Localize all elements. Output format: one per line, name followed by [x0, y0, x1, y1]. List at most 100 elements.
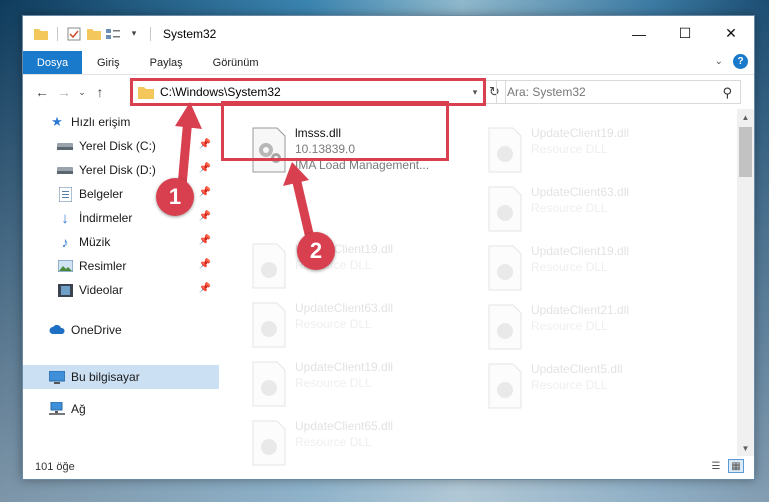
address-bar[interactable]: C:\Windows\System32 ▾ — [131, 80, 484, 104]
recent-locations-button[interactable]: ⌄ — [75, 80, 89, 104]
sidebar-item-pictures[interactable]: Resimler 📌 — [23, 254, 219, 278]
new-folder-icon[interactable] — [86, 26, 102, 42]
file-type: Resource DLL — [531, 319, 608, 333]
dll-file-icon — [249, 301, 289, 349]
step-2-badge: 2 — [297, 232, 335, 270]
dll-file-icon — [485, 126, 525, 174]
tiles-view-icon[interactable]: ▦ — [728, 459, 744, 473]
sidebar-item-downloads[interactable]: ↓ İndirmeler 📌 — [23, 206, 219, 230]
sidebar-item-label: İndirmeler — [79, 211, 133, 225]
item-count: 101 öğe — [35, 460, 75, 473]
file-item[interactable]: UpdateClient63.dll Resource DLL — [485, 180, 725, 240]
file-item[interactable]: UpdateClient19.dll Resource DLL — [249, 237, 489, 297]
file-type: Resource DLL — [531, 260, 608, 274]
close-button[interactable]: ✕ — [708, 16, 754, 51]
file-name: UpdateClient21.dll — [531, 303, 630, 317]
dll-file-icon — [485, 244, 525, 292]
file-type: Resource DLL — [295, 435, 372, 449]
documents-icon — [57, 186, 73, 202]
file-item[interactable]: UpdateClient19.dll Resource DLL — [485, 239, 725, 299]
sidebar-item-videos[interactable]: Videolar 📌 — [23, 278, 219, 302]
folder-icon — [138, 86, 154, 99]
sidebar-item-quick-access[interactable]: ★ Hızlı erişim — [23, 110, 219, 134]
file-name: UpdateClient5.dll — [531, 362, 623, 376]
sidebar-item-this-pc[interactable]: Bu bilgisayar — [23, 365, 219, 389]
file-type: Resource DLL — [531, 142, 608, 156]
pin-icon[interactable]: 📌 — [199, 259, 211, 270]
status-bar: 101 öğe ☰ ▦ — [23, 454, 754, 479]
file-name: UpdateClient19.dll — [531, 244, 630, 258]
address-path[interactable]: C:\Windows\System32 — [160, 85, 467, 99]
file-name: lmsss.dll — [295, 126, 342, 140]
sidebar-item-label: Resimler — [79, 259, 127, 273]
file-description: IMA Load Management... — [295, 158, 430, 172]
file-name: UpdateClient19.dll — [295, 360, 394, 374]
tab-view[interactable]: Görünüm — [198, 51, 274, 74]
tab-share[interactable]: Paylaş — [135, 51, 198, 74]
tab-file[interactable]: Dosya — [23, 51, 82, 74]
file-item[interactable]: UpdateClient19.dll Resource DLL — [485, 121, 725, 181]
file-item[interactable]: UpdateClient21.dll Resource DLL — [485, 298, 725, 358]
music-icon: ♪ — [61, 234, 69, 250]
pin-icon[interactable]: 📌 — [199, 139, 211, 150]
sidebar-item-disk-d[interactable]: Yerel Disk (D:) 📌 — [23, 158, 219, 182]
details-view-icon[interactable]: ☰ — [708, 459, 724, 473]
sidebar-item-label: Hızlı erişim — [71, 115, 131, 129]
expand-ribbon-icon[interactable]: ⌄ — [715, 56, 723, 67]
scroll-up-icon[interactable]: ▲ — [737, 109, 754, 125]
star-icon: ★ — [51, 114, 63, 129]
pin-icon[interactable]: 📌 — [199, 211, 211, 222]
sidebar-item-music[interactable]: ♪ Müzik 📌 — [23, 230, 219, 254]
back-button[interactable]: ← — [31, 80, 53, 104]
file-item[interactable]: UpdateClient5.dll Resource DLL — [485, 357, 725, 417]
downloads-icon: ↓ — [61, 209, 69, 227]
help-icon[interactable]: ? — [733, 54, 748, 69]
computer-icon — [49, 369, 65, 385]
drive-icon — [57, 138, 73, 154]
properties-icon[interactable] — [66, 26, 82, 42]
file-item[interactable]: UpdateClient19.dll Resource DLL — [249, 355, 489, 415]
view-toggle: ☰ ▦ — [708, 459, 744, 473]
view-options-icon[interactable] — [106, 26, 122, 42]
file-version: 10.13839.0 — [295, 142, 356, 156]
pin-icon[interactable]: 📌 — [199, 187, 211, 198]
file-item[interactable]: UpdateClient63.dll Resource DLL — [249, 296, 489, 356]
sidebar-item-label: Bu bilgisayar — [71, 370, 140, 384]
divider — [150, 26, 151, 41]
dll-file-icon — [249, 126, 289, 174]
pin-icon[interactable]: 📌 — [199, 235, 211, 246]
file-explorer-window: ▾ System32 — ☐ ✕ Dosya Giriş Paylaş Görü… — [22, 15, 755, 480]
search-icon[interactable]: ⚲ — [722, 85, 732, 101]
file-list: lmsss.dll 10.13839.0 IMA Load Management… — [219, 109, 737, 466]
sidebar-item-label: Yerel Disk (D:) — [79, 163, 156, 177]
customize-toolbar-icon[interactable]: ▾ — [126, 26, 142, 42]
folder-icon — [33, 26, 49, 42]
chevron-down-icon[interactable]: ▾ — [467, 87, 483, 98]
step-1-badge: 1 — [156, 178, 194, 216]
window-controls: — ☐ ✕ — [616, 16, 754, 51]
sidebar-item-disk-c[interactable]: Yerel Disk (C:) 📌 — [23, 134, 219, 158]
file-item-lmsss[interactable]: lmsss.dll 10.13839.0 IMA Load Management… — [249, 121, 489, 181]
sidebar-item-network[interactable]: Ağ — [23, 397, 219, 421]
sidebar-item-onedrive[interactable]: OneDrive — [23, 318, 219, 342]
cloud-icon — [49, 322, 65, 338]
file-type: Resource DLL — [295, 376, 372, 390]
ribbon-tabs: Dosya Giriş Paylaş Görünüm ⌄ ? — [23, 51, 754, 75]
search-placeholder: Ara: System32 — [507, 85, 586, 99]
navigation-pane: ★ Hızlı erişim Yerel Disk (C:) 📌 Yerel D… — [23, 109, 219, 456]
file-type: Resource DLL — [531, 201, 608, 215]
file-name: UpdateClient19.dll — [531, 126, 630, 140]
scrollbar-thumb[interactable] — [739, 127, 752, 177]
content-area: ★ Hızlı erişim Yerel Disk (C:) 📌 Yerel D… — [23, 109, 754, 466]
pin-icon[interactable]: 📌 — [199, 283, 211, 294]
forward-button[interactable]: → — [53, 80, 75, 104]
maximize-button[interactable]: ☐ — [662, 16, 708, 51]
minimize-button[interactable]: — — [616, 16, 662, 51]
vertical-scrollbar[interactable]: ▲ ▼ — [737, 109, 754, 456]
up-button[interactable]: ↑ — [89, 80, 111, 104]
tab-home[interactable]: Giriş — [82, 51, 135, 74]
dll-file-icon — [485, 303, 525, 351]
pin-icon[interactable]: 📌 — [199, 163, 211, 174]
search-input[interactable]: Ara: System32 ⚲ — [496, 80, 741, 104]
file-name: UpdateClient63.dll — [531, 185, 630, 199]
